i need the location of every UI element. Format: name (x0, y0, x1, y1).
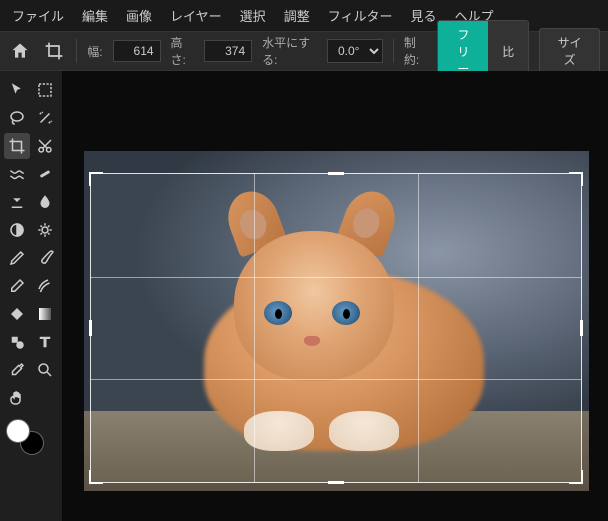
menu-edit[interactable]: 編集 (82, 6, 108, 25)
level-label: 水平にする: (262, 34, 317, 68)
crop-grid-line (91, 379, 581, 380)
color-swatch[interactable] (4, 419, 58, 459)
tool-sidebar (0, 71, 62, 521)
text-tool[interactable] (32, 329, 58, 355)
size-button[interactable]: サイズ (539, 28, 600, 74)
foreground-color[interactable] (6, 419, 30, 443)
cutout-tool[interactable] (32, 133, 58, 159)
shape-tool[interactable] (4, 329, 30, 355)
arrow-tool[interactable] (4, 77, 30, 103)
canvas-area[interactable] (62, 71, 608, 521)
crop-handle-right[interactable] (580, 320, 583, 336)
crop-handle-bl[interactable] (89, 470, 103, 484)
options-toolbar: 幅: 高さ: 水平にする: 0.0° 制約: フリー 比 サイズ (0, 31, 608, 71)
crop-handle-top[interactable] (328, 172, 344, 175)
gradient-tool[interactable] (32, 301, 58, 327)
image-canvas[interactable] (84, 151, 589, 491)
eyedropper-tool[interactable] (4, 357, 30, 383)
lasso-tool[interactable] (4, 105, 30, 131)
crop-grid-line (418, 174, 419, 482)
constraint-label: 制約: (404, 34, 428, 68)
crop-handle-bottom[interactable] (328, 481, 344, 484)
empty-slot (32, 385, 58, 411)
sponge-tool[interactable] (32, 217, 58, 243)
menu-image[interactable]: 画像 (126, 6, 152, 25)
crop-handle-tl[interactable] (89, 172, 103, 186)
separator (76, 39, 77, 63)
heal-tool[interactable] (32, 161, 58, 187)
crop-tool[interactable] (4, 133, 30, 159)
zoom-tool[interactable] (32, 357, 58, 383)
menu-adjust[interactable]: 調整 (284, 6, 310, 25)
crop-handle-br[interactable] (569, 470, 583, 484)
hand-tool[interactable] (4, 385, 30, 411)
crop-grid-line (91, 277, 581, 278)
clone-tool[interactable] (4, 189, 30, 215)
home-button[interactable] (8, 37, 32, 65)
wand-tool[interactable] (32, 105, 58, 131)
crop-handle-left[interactable] (89, 320, 92, 336)
width-label: 幅: (87, 43, 102, 60)
menu-select[interactable]: 選択 (240, 6, 266, 25)
crop-handle-tr[interactable] (569, 172, 583, 186)
menu-file[interactable]: ファイル (12, 6, 64, 25)
marquee-tool[interactable] (32, 77, 58, 103)
width-input[interactable] (113, 40, 161, 62)
separator (393, 39, 394, 63)
eraser-tool[interactable] (4, 273, 30, 299)
dodge-tool[interactable] (4, 217, 30, 243)
smudge-tool[interactable] (32, 273, 58, 299)
pen-tool[interactable] (4, 245, 30, 271)
height-input[interactable] (204, 40, 252, 62)
height-label: 高さ: (171, 34, 195, 68)
level-select[interactable]: 0.0° (327, 39, 383, 63)
blur-tool[interactable] (32, 189, 58, 215)
menu-filter[interactable]: フィルター (328, 6, 393, 25)
crop-grid-line (254, 174, 255, 482)
menu-view[interactable]: 見る (410, 6, 436, 25)
menu-layer[interactable]: レイヤー (170, 6, 222, 25)
brush-tool[interactable] (32, 245, 58, 271)
crop-tool-indicator (42, 37, 66, 65)
liquify-tool[interactable] (4, 161, 30, 187)
fill-tool[interactable] (4, 301, 30, 327)
crop-overlay[interactable] (90, 173, 582, 483)
